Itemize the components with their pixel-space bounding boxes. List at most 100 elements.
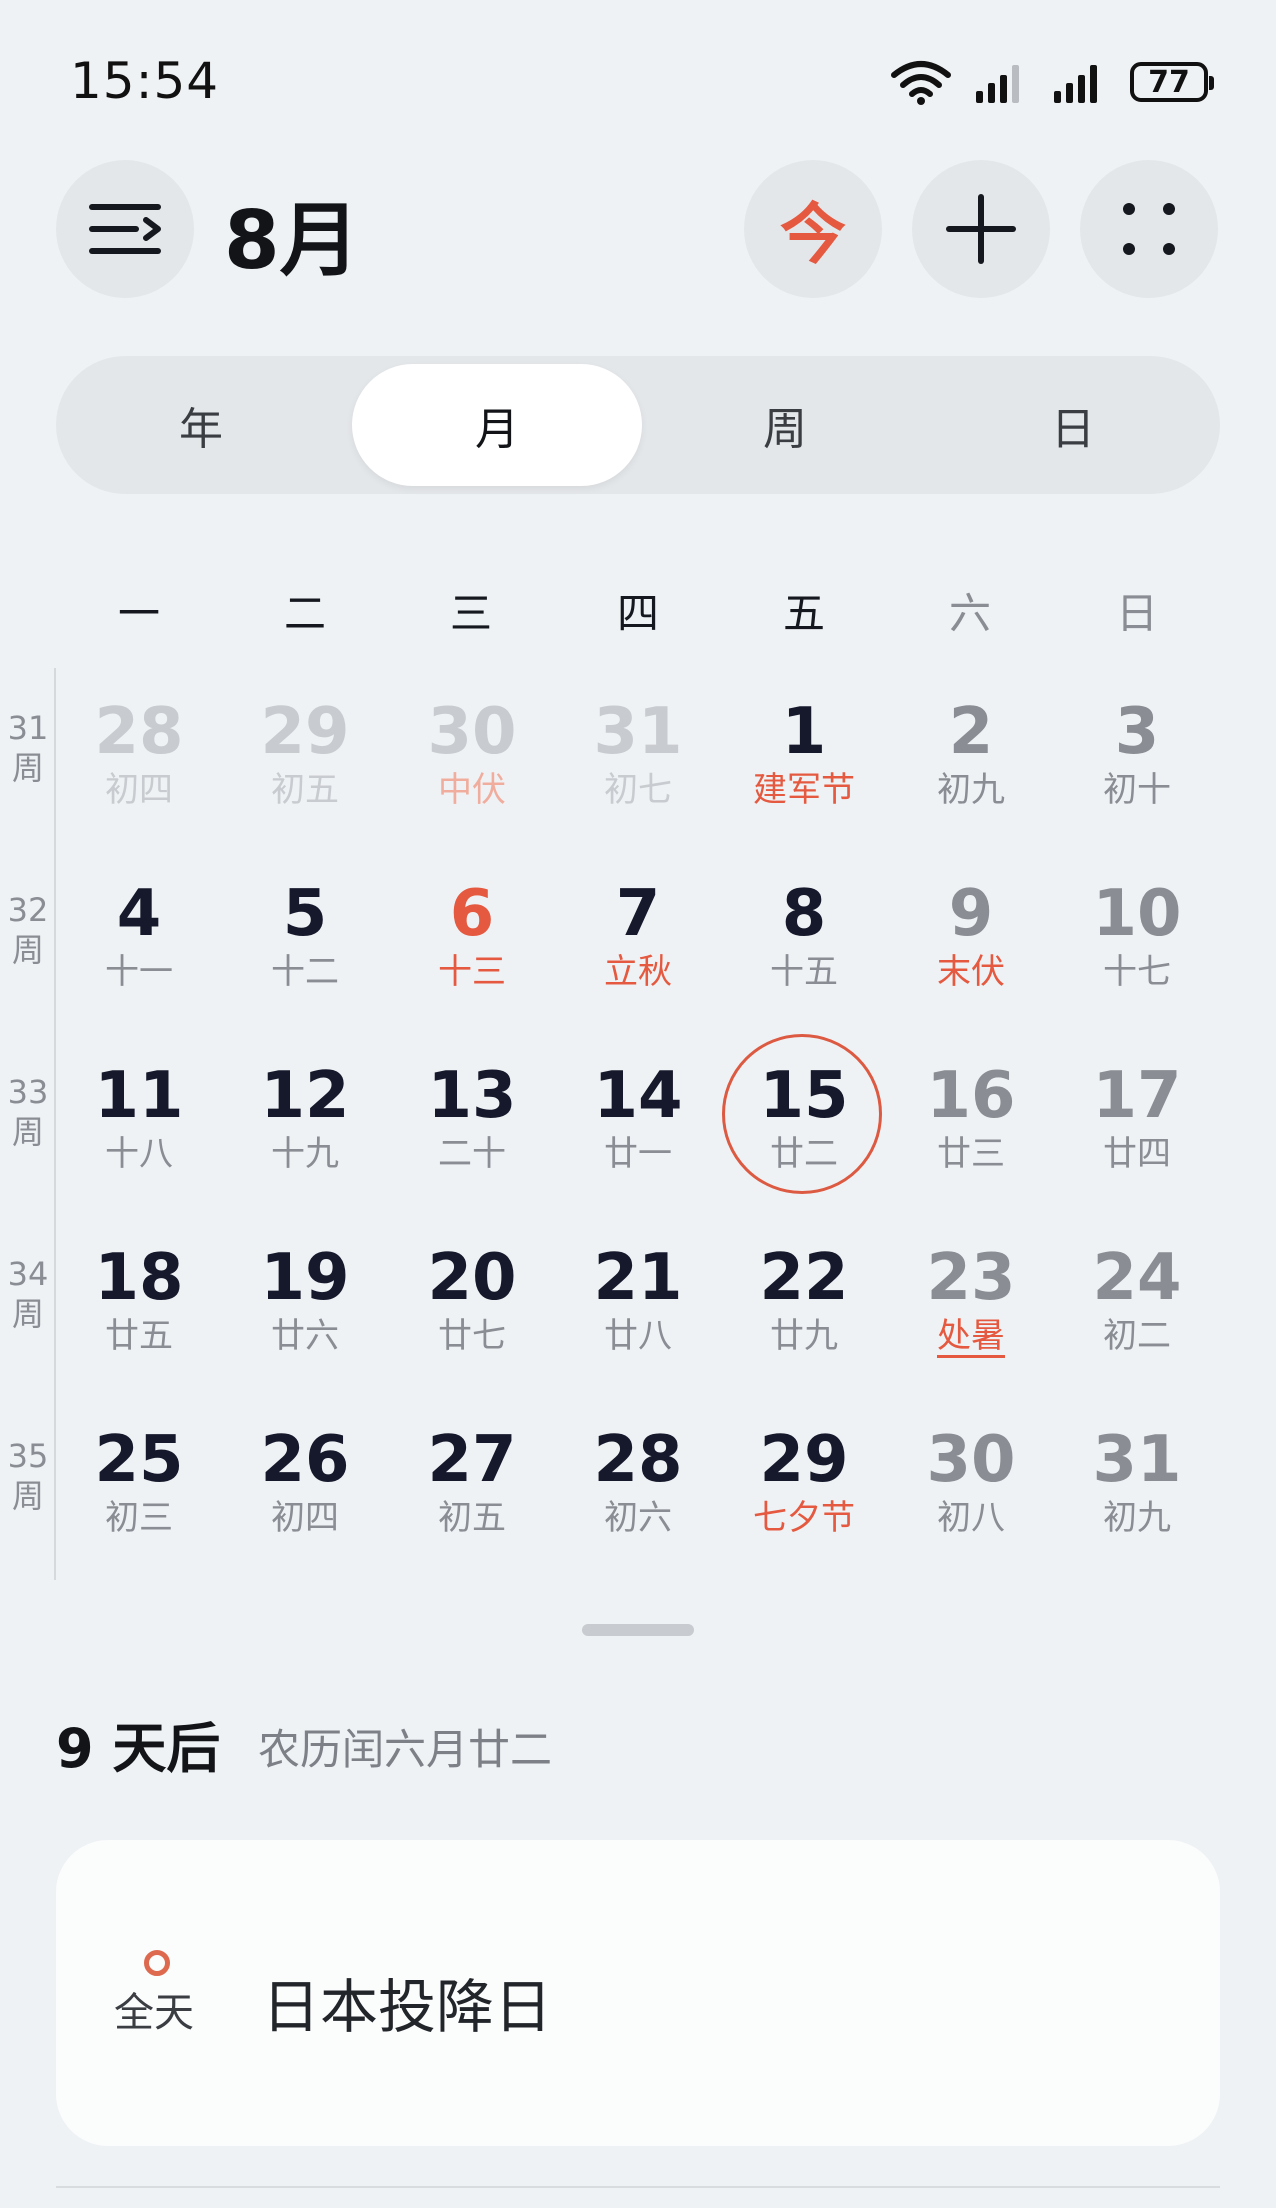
- lunar-label: 处暑: [937, 1316, 1005, 1356]
- week-number: 33 周: [0, 1072, 56, 1152]
- day-cell[interactable]: 29 初五: [222, 676, 388, 846]
- day-cell[interactable]: 27 初五: [389, 1404, 555, 1574]
- day-cell[interactable]: 12 十九: [222, 1040, 388, 1210]
- tab-week[interactable]: 周: [640, 356, 930, 494]
- week-number-unit: 周: [11, 931, 44, 969]
- day-number: 31: [593, 695, 683, 769]
- lunar-label: 廿五: [105, 1316, 173, 1356]
- day-number: 9: [948, 877, 994, 951]
- lunar-label: 十三: [438, 952, 506, 992]
- day-cell[interactable]: 24 初二: [1054, 1222, 1220, 1392]
- status-icons: 77: [890, 56, 1214, 108]
- lunar-label: 十五: [770, 952, 838, 992]
- day-cell[interactable]: 6 十三: [389, 858, 555, 1028]
- lunar-label: 初四: [271, 1498, 339, 1538]
- day-cell[interactable]: 2 初九: [888, 676, 1054, 846]
- day-cell[interactable]: 7 立秋: [555, 858, 721, 1028]
- allday-label: 全天: [114, 1990, 194, 2036]
- event-card[interactable]: 全天 日本投降日: [56, 1840, 1220, 2146]
- lunar-label: 立秋: [604, 952, 672, 992]
- lunar-date: 农历闰六月廿二: [258, 1725, 553, 1774]
- lunar-label: 廿七: [438, 1316, 506, 1356]
- lunar-label: 初十: [1103, 770, 1171, 810]
- day-cell[interactable]: 30 初八: [888, 1404, 1054, 1574]
- tab-month[interactable]: 月: [352, 364, 642, 486]
- day-cell[interactable]: 17 廿四: [1054, 1040, 1220, 1210]
- weekday-thu: 四: [616, 589, 659, 638]
- day-cell[interactable]: 22 廿九: [721, 1222, 887, 1392]
- day-cell[interactable]: 1 建军节: [721, 676, 887, 846]
- day-cell[interactable]: 18 廿五: [56, 1222, 222, 1392]
- day-cell[interactable]: 23 处暑: [888, 1222, 1054, 1392]
- tab-year[interactable]: 年: [56, 356, 346, 494]
- lunar-label: 廿八: [604, 1316, 672, 1356]
- day-number: 13: [427, 1059, 517, 1133]
- lunar-label: 初八: [937, 1498, 1005, 1538]
- today-icon: 今: [780, 196, 846, 273]
- lunar-label: 初五: [271, 770, 339, 810]
- today-button[interactable]: 今: [744, 160, 882, 298]
- day-cell[interactable]: 4 十一: [56, 858, 222, 1028]
- day-cell[interactable]: 5 十二: [222, 858, 388, 1028]
- day-cell[interactable]: 8 十五: [721, 858, 887, 1028]
- day-cell[interactable]: 28 初六: [555, 1404, 721, 1574]
- bottom-divider: [56, 2186, 1220, 2188]
- day-cell[interactable]: 20 廿七: [389, 1222, 555, 1392]
- day-number: 27: [427, 1423, 517, 1497]
- lunar-label: 初三: [105, 1498, 173, 1538]
- day-number: 8: [781, 877, 827, 951]
- day-number: 3: [1114, 695, 1160, 769]
- lunar-label: 七夕节: [753, 1498, 855, 1538]
- day-cell[interactable]: 25 初三: [56, 1404, 222, 1574]
- day-cell[interactable]: 30 中伏: [389, 676, 555, 846]
- week-number-value: 32: [7, 891, 49, 929]
- add-button[interactable]: [912, 160, 1050, 298]
- day-cell[interactable]: 14 廿一: [555, 1040, 721, 1210]
- week-number-value: 31: [7, 709, 49, 747]
- day-cell[interactable]: 21 廿八: [555, 1222, 721, 1392]
- drag-handle[interactable]: [582, 1624, 694, 1636]
- day-number: 23: [926, 1241, 1016, 1315]
- day-number: 30: [427, 695, 517, 769]
- menu-icon: [89, 204, 161, 254]
- day-number: 22: [759, 1241, 849, 1315]
- menu-button[interactable]: [56, 160, 194, 298]
- battery-icon: 77: [1130, 62, 1214, 102]
- day-cell[interactable]: 10 十七: [1054, 858, 1220, 1028]
- week-number-unit: 周: [11, 1477, 44, 1515]
- day-number: 31: [1092, 1423, 1182, 1497]
- day-cell[interactable]: 31 初七: [555, 676, 721, 846]
- day-number: 18: [94, 1241, 184, 1315]
- battery-level: 77: [1148, 64, 1190, 100]
- day-number: 16: [926, 1059, 1016, 1133]
- lunar-label: 末伏: [937, 952, 1005, 992]
- day-number: 24: [1092, 1241, 1182, 1315]
- day-cell[interactable]: 29 七夕节: [721, 1404, 887, 1574]
- week-number: 31 周: [0, 708, 56, 788]
- month-title: 8月: [224, 194, 360, 287]
- tab-day[interactable]: 日: [928, 356, 1218, 494]
- day-cell[interactable]: 28 初四: [56, 676, 222, 846]
- day-number: 21: [593, 1241, 683, 1315]
- day-cell[interactable]: 3 初十: [1054, 676, 1220, 846]
- day-number: 17: [1092, 1059, 1182, 1133]
- lunar-label: 中伏: [438, 770, 506, 810]
- day-cell[interactable]: 13 二十: [389, 1040, 555, 1210]
- day-number: 1: [781, 695, 827, 769]
- day-cell[interactable]: 31 初九: [1054, 1404, 1220, 1574]
- week-number-value: 33: [7, 1073, 49, 1111]
- day-cell[interactable]: 19 廿六: [222, 1222, 388, 1392]
- lunar-label: 十八: [105, 1134, 173, 1174]
- day-number: 26: [260, 1423, 350, 1497]
- day-cell[interactable]: 11 十八: [56, 1040, 222, 1210]
- more-button[interactable]: [1080, 160, 1218, 298]
- lunar-label: 十二: [271, 952, 339, 992]
- plus-icon: [946, 194, 1016, 264]
- day-cell[interactable]: 16 廿三: [888, 1040, 1054, 1210]
- lunar-label: 廿三: [937, 1134, 1005, 1174]
- day-cell[interactable]: 9 末伏: [888, 858, 1054, 1028]
- lunar-label: 初五: [438, 1498, 506, 1538]
- day-cell[interactable]: 26 初四: [222, 1404, 388, 1574]
- lunar-label: 十一: [105, 952, 173, 992]
- week-number-unit: 周: [11, 749, 44, 787]
